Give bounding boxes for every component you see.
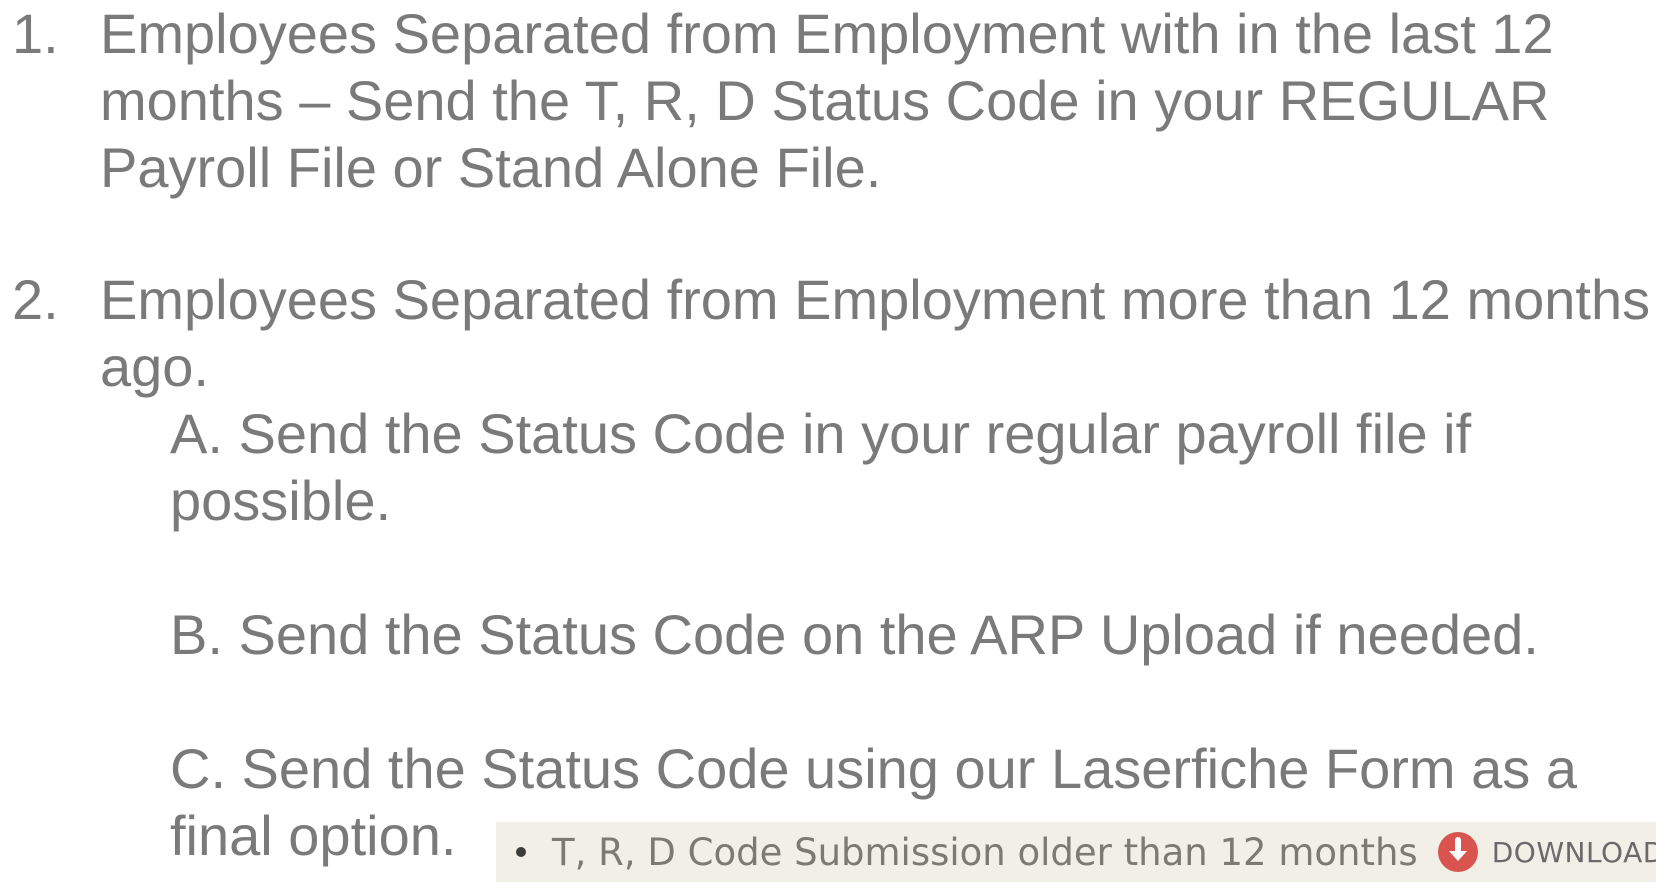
sub-item-text-line: C. Send the Status Code using our Laserf… (170, 737, 1577, 800)
download-link-text[interactable]: T, R, D Code Submission older than 12 mo… (552, 831, 1418, 874)
slide-page: 1. Employees Separated from Employment w… (0, 0, 1656, 882)
sub-item-a: A. Send the Status Code in your regular … (170, 400, 1656, 534)
sub-item-b: B. Send the Status Code on the ARP Uploa… (170, 601, 1656, 668)
list-item-text-line: months – Send the T, R, D Status Code in… (100, 69, 1550, 132)
list-item-text-line: ago. (100, 335, 209, 398)
list-number: 1. (12, 2, 59, 65)
list-number: 2. (12, 268, 59, 331)
list-item-text-line: Employees Separated from Employment more… (100, 268, 1651, 331)
sub-item-text-line: B. Send the Status Code on the ARP Uploa… (170, 603, 1539, 666)
bullet-icon (516, 847, 526, 857)
list-item-text-line: Employees Separated from Employment with… (100, 2, 1554, 65)
download-button[interactable]: DOWNLOAD (1492, 836, 1656, 869)
sub-item-text-line: possible. (170, 469, 392, 532)
download-icon[interactable] (1436, 830, 1480, 874)
sub-item-text-line: A. Send the Status Code in your regular … (170, 402, 1472, 465)
download-callout: T, R, D Code Submission older than 12 mo… (496, 822, 1656, 882)
list-item-text-line: Payroll File or Stand Alone File. (100, 136, 882, 199)
